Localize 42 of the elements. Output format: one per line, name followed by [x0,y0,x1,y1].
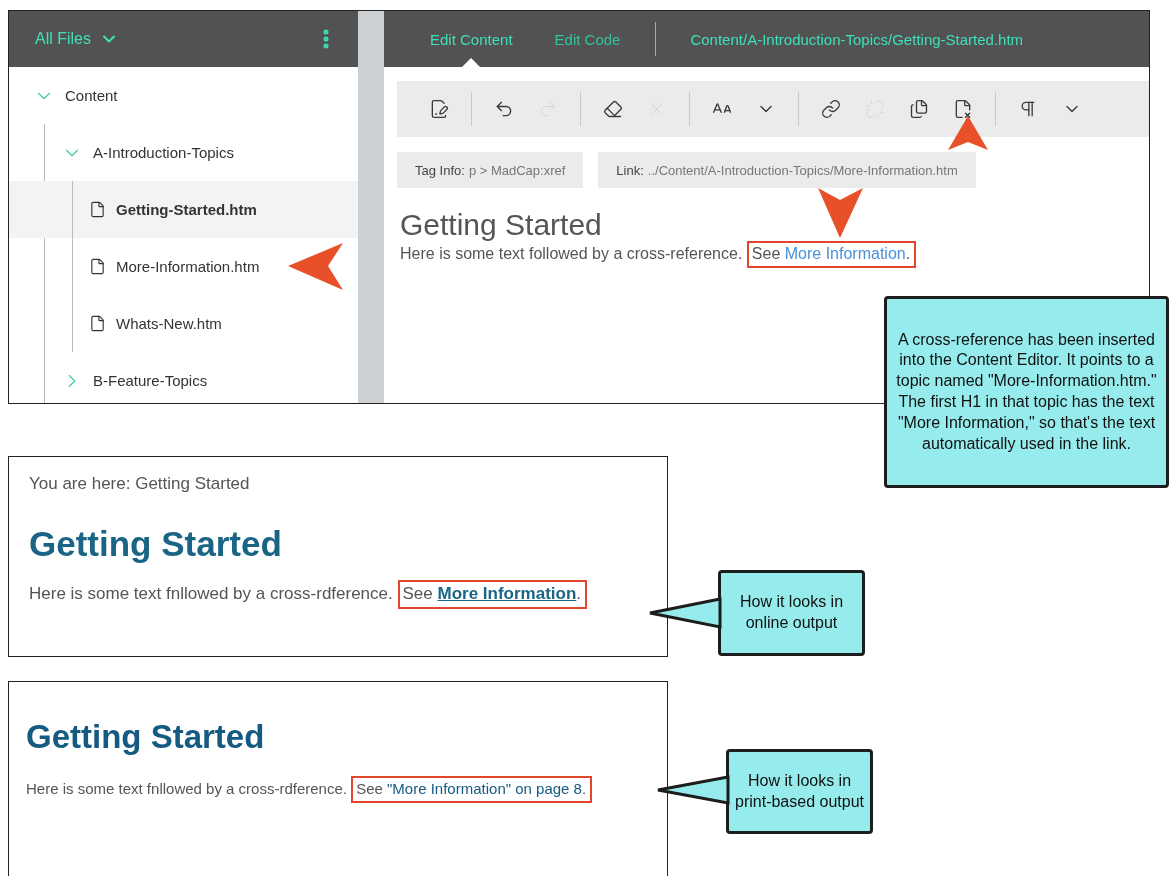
documents-icon[interactable] [909,99,929,119]
tree-item[interactable]: A-Introduction-Topics [9,124,358,181]
eraser-icon[interactable] [603,99,623,119]
breadcrumb-text: You are here: Getting Started [29,474,251,494]
link-info-label: Link: [616,162,644,178]
output-heading: Getting Started [26,718,266,756]
tree-item[interactable]: More-Information.htm [9,238,358,295]
tree-item-label: B-Feature-Topics [93,372,208,389]
tree-item[interactable]: Content [9,67,358,124]
topic-heading: Getting Started [400,208,602,242]
editor-tab[interactable]: Edit Content [409,11,534,67]
tree-item-label: Content [65,87,118,104]
edit-icon[interactable] [429,99,449,119]
file-path: Content/A-Introduction-Topics/Getting-Started.htm [690,30,1024,48]
tree-item-label: Whats-New.htm [116,315,222,332]
tree-item-label: A-Introduction-Topics [93,144,234,161]
file-icon [89,315,106,332]
file-icon [89,258,106,275]
link-info-value: ../Content/A-Introduction-Topics/More-Information.htm [647,162,958,178]
link-icon[interactable] [821,99,841,119]
down-arrow-icon [818,188,863,238]
tree-item[interactable]: Whats-New.htm [9,295,358,352]
paragraph-text: Here is some text fnllowed by a cross-rdference. See More Information. [29,578,590,613]
left-arrow-icon [288,243,343,290]
undo-icon[interactable] [494,99,514,119]
file-icon [89,201,106,218]
paragraph-text: Here is some text fnllowed by a cross-rdference. See "More Information" on page 8. [26,774,595,806]
all-files-dropdown[interactable]: All Files [35,29,119,49]
output-heading: Getting Started [29,524,283,564]
cross-reference-link[interactable]: "More Information" on page 8 [387,780,582,797]
cross-reference-link[interactable]: More Information [437,584,577,603]
tag-info-label: Tag Info: [415,162,465,178]
up-arrow-icon [948,116,988,150]
callout-box: How it looks in online output [718,570,865,656]
tag-info-value: p > MadCap:xref [468,162,566,178]
tree-item-label: More-Information.htm [116,258,260,275]
tree-item-label: Getting-Started.htm [116,201,257,218]
tree-item[interactable]: Getting-Started.htm [9,181,358,238]
crossed-document-icon[interactable] [953,99,973,119]
callout-box: How it looks in print-based output [726,749,873,834]
tree-item[interactable]: B-Feature-Topics [9,352,358,403]
callout-box: A cross-reference has been inserted into the Content Editor. It points to a topic named "More-Information.htm." The first H1 in that topic has the text "More Information," so that's the text automatically used in the link. [884,296,1169,488]
